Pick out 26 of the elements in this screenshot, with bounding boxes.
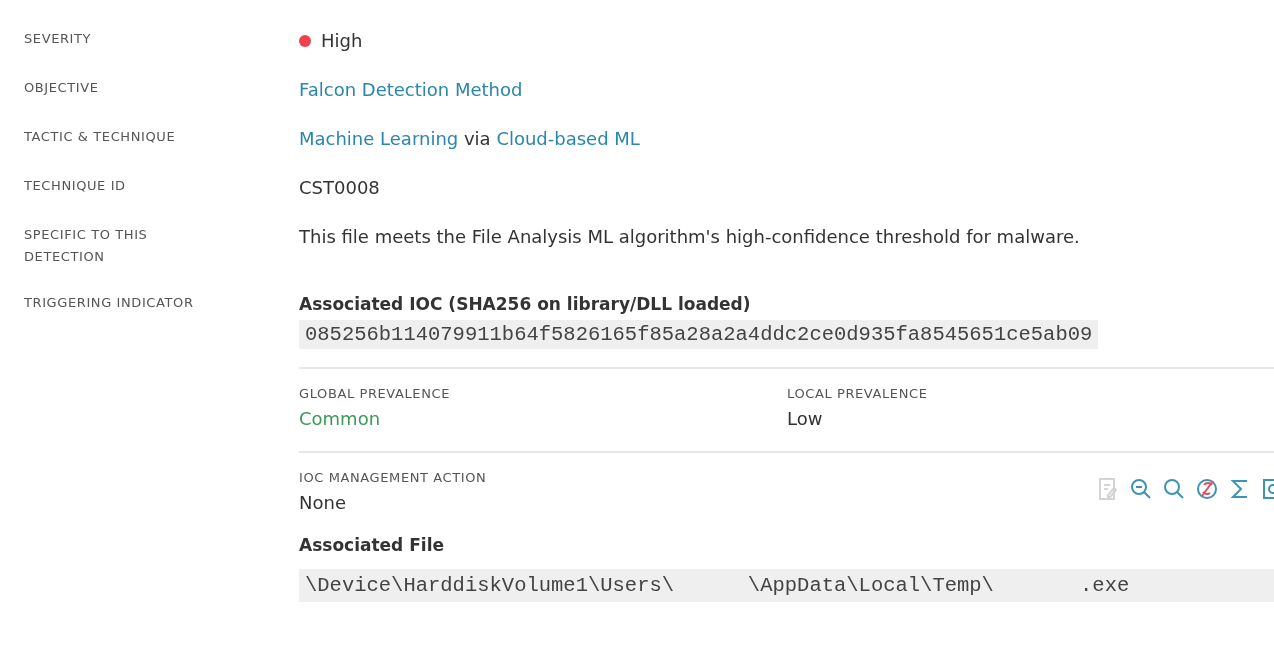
connector-text: via	[463, 128, 491, 149]
prevalence-label: GLOBAL PREVALENCE	[299, 385, 451, 403]
technique-link[interactable]: Cloud-based ML	[496, 128, 640, 149]
file-path: \Device\HarddiskVolume1\Users\ \AppData\Local\Temp\ .exe	[299, 569, 1274, 602]
field-label: SEVERITY	[24, 30, 93, 48]
management-label: IOC MANAGEMENT ACTION	[299, 469, 487, 487]
field-value: This file meets the File Analysis ML algorithm's high-confidence threshold for malware.	[299, 226, 1080, 247]
prevalence-label: LOCAL PREVALENCE	[787, 385, 929, 403]
hash-value: 085256b114079911b64f5826165f85a28a2a4ddc2ce0d935fa8545651ce5ab09	[299, 320, 1099, 349]
severity-value: High	[321, 29, 363, 53]
management-value: None	[299, 491, 347, 515]
file-title: Associated File	[299, 534, 445, 557]
field-label: TACTIC & TECHNIQUE	[24, 128, 177, 146]
field-label: TECHNIQUE ID	[24, 177, 127, 195]
field-label: TRIGGERING INDICATOR	[24, 294, 194, 312]
search-icon[interactable]	[1163, 477, 1185, 501]
blocked-icon[interactable]	[1196, 477, 1218, 501]
prevalence-value: Common	[299, 407, 382, 431]
technique-link[interactable]: Machine Learning	[299, 128, 459, 149]
zoom-out-icon[interactable]	[1130, 477, 1152, 501]
ioc-title: Associated IOC (SHA256 on library/DLL loaded)	[299, 293, 752, 316]
prevalence-value: Low	[787, 407, 824, 431]
field-value: CST0008	[299, 177, 380, 198]
objective-link[interactable]: Falcon Detection Method	[299, 79, 523, 100]
field-label: SPECIFIC TO THIS DETECTION	[24, 226, 149, 266]
field-label: OBJECTIVE	[24, 79, 100, 97]
